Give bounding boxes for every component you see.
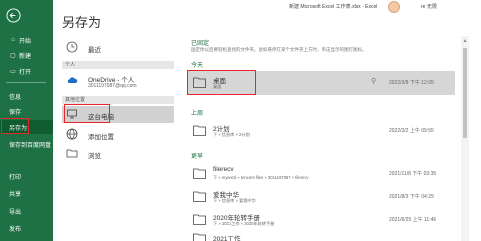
location-browse[interactable]: 浏览 xyxy=(88,150,101,160)
folder-row[interactable]: 2020年轮转手册 下 » 2021工作 » 2020年轮转手册 2021/6/… xyxy=(187,208,455,232)
group-older: 更早 xyxy=(191,154,204,160)
back-arrow-icon[interactable] xyxy=(6,8,21,23)
folder-icon xyxy=(66,149,78,158)
folder-date: 2021/11/8 下午 03:35 xyxy=(389,171,437,177)
folder-date: 2022/3/2 上午 09:55 xyxy=(389,128,434,134)
section-personal: 个人 xyxy=(62,61,174,69)
nav-divider xyxy=(6,82,46,83)
nav-print-label: 打印 xyxy=(9,174,22,181)
pin-icon[interactable]: ⚲ xyxy=(371,78,379,86)
nav-save-to-baidu-label: 保存到百度网盘 xyxy=(9,142,52,149)
pinned-hint: 固定你以后要轻松查找的文件夹。鼠标悬停在某个文件夹上方时，单击显示的图钉图标。 xyxy=(191,47,367,52)
folder-icon xyxy=(193,214,206,225)
nav-home[interactable]: ⌂ 开始 xyxy=(0,33,53,47)
folder-name: filerecv xyxy=(213,166,234,173)
folder-date: 2021/6/25 上午 11:46 xyxy=(389,217,437,223)
folder-row[interactable]: filerecv 下 » mywxrd » tencent files » 30… xyxy=(187,162,455,186)
nav-share[interactable]: 共享 xyxy=(0,186,53,200)
page-title: 另存为 xyxy=(62,15,102,30)
folder-icon xyxy=(193,125,206,136)
location-add-place[interactable]: 添加位置 xyxy=(88,131,114,141)
nav-home-label: 开始 xyxy=(19,38,32,45)
home-icon: ⌂ xyxy=(11,37,15,43)
nav-publish[interactable]: 发布 xyxy=(0,221,53,235)
nav-share-label: 共享 xyxy=(9,191,22,198)
nav-save-label: 保存 xyxy=(9,109,22,116)
title-bar: 新建 Microsoft Excel 工作表.xlsx - Excel re 无… xyxy=(53,0,481,14)
new-doc-icon: ▢ xyxy=(10,52,16,59)
folder-path: 下 » mywxrd » tencent files » 3011197087 … xyxy=(213,175,309,180)
nav-open-label: 打开 xyxy=(19,69,32,76)
highlight-box-desktop xyxy=(187,70,256,95)
folder-path: 下 » 信息库 » 爱我中华 xyxy=(213,198,256,203)
scrollbar[interactable]: ▲ xyxy=(461,36,469,241)
user-name[interactable]: re 无限 xyxy=(421,3,437,10)
cloud-icon xyxy=(67,77,78,83)
nav-new[interactable]: ▢ 新建 xyxy=(0,48,53,62)
folder-date: 2022/3/8 下午 12:05 xyxy=(389,80,434,86)
folder-path: 下 » 2021工作 » 2020年轮转手册 xyxy=(213,221,275,226)
nav-info-label: 信息 xyxy=(9,94,22,101)
globe-icon xyxy=(66,128,78,140)
folder-row[interactable]: 爱我中华 下 » 信息库 » 爱我中华 2021/8/3 下午 04:29 xyxy=(187,185,455,209)
nav-save-to-baidu[interactable]: 保存到百度网盘 xyxy=(0,137,53,151)
nav-new-label: 新建 xyxy=(19,53,32,60)
nav-save[interactable]: 保存 xyxy=(0,104,53,118)
nav-export[interactable]: 导出 xyxy=(0,204,53,218)
nav-print[interactable]: 打印 xyxy=(0,169,53,183)
folder-date: 2021/8/3 下午 04:29 xyxy=(389,194,434,200)
folder-icon xyxy=(193,233,206,241)
nav-info[interactable]: 信息 xyxy=(0,89,53,103)
save-as-backstage: ⌂ 开始 ▢ 新建 ▭ 打开 信息 保存 另存为 保存到百度网盘 打印 共享 导出 xyxy=(0,0,481,241)
highlight-box-save-as xyxy=(1,118,29,134)
scroll-up-icon[interactable]: ▲ xyxy=(461,38,469,44)
highlight-box-this-pc xyxy=(64,104,110,123)
document-title: 新建 Microsoft Excel 工作表.xlsx - Excel xyxy=(289,4,378,10)
folder-icon xyxy=(193,191,206,202)
nav-publish-label: 发布 xyxy=(9,226,22,233)
folder-row[interactable]: 2计划 下 » 信息库 » 2计划 2022/3/2 上午 09:55 xyxy=(187,119,455,143)
onedrive-email: 3011197087@qq.com xyxy=(88,83,137,89)
folder-row[interactable]: 2021工作 xyxy=(187,231,455,241)
pinned-title: 已固定 xyxy=(191,41,210,47)
folder-open-icon: ▭ xyxy=(10,68,16,75)
folder-path: 下 » 信息库 » 2计划 xyxy=(213,132,250,137)
section-other-locations: 其他位置 xyxy=(62,96,174,104)
location-recent[interactable]: 最近 xyxy=(88,44,101,54)
nav-open[interactable]: ▭ 打开 xyxy=(0,64,53,78)
group-today: 今天 xyxy=(191,63,204,69)
nav-export-label: 导出 xyxy=(9,209,22,216)
group-last-week: 上周 xyxy=(191,111,204,117)
folder-icon xyxy=(193,168,206,179)
folder-name: 2021工作 xyxy=(213,236,241,241)
clock-icon xyxy=(66,41,78,53)
scrollbar-thumb[interactable] xyxy=(463,48,467,138)
avatar[interactable] xyxy=(388,1,400,13)
